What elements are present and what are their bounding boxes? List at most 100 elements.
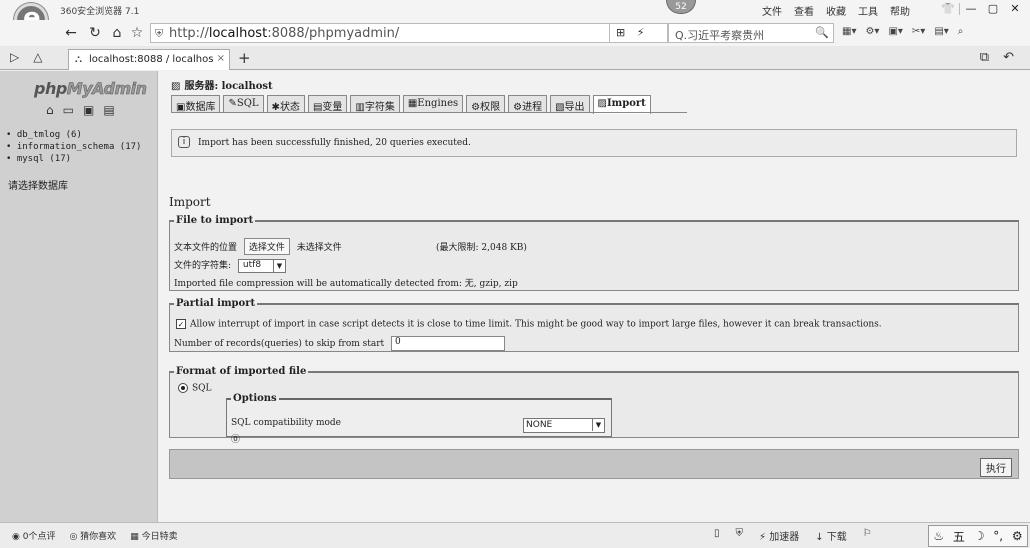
tab-close-icon[interactable]: × — [217, 53, 225, 64]
options-legend: Options — [233, 393, 277, 404]
window-controls: 👕 — ▢ ✕ — [937, 1, 1026, 17]
security-shield-icon: ⛨ — [155, 27, 164, 40]
allow-interrupt-checkbox[interactable]: ✓ — [176, 319, 186, 329]
status-left: ◉ 0个点评 ◎ 猜你喜欢 ▦ 今日特卖 — [12, 529, 178, 542]
ime-settings-icon[interactable]: ⚙ — [1012, 529, 1023, 543]
notification-badge[interactable]: 52 — [666, 0, 696, 14]
reader-icon[interactable]: ▣▾ — [888, 26, 902, 37]
allow-interrupt-label[interactable]: Allow interrupt of import in case script… — [190, 320, 882, 330]
server-label[interactable]: 服务器: localhost — [184, 81, 272, 92]
sql-docs-icon[interactable]: ▤ — [103, 103, 114, 117]
new-tab-button[interactable]: + — [238, 49, 251, 67]
sql-format-label[interactable]: SQL — [192, 384, 212, 394]
tab-list-icon[interactable]: ⧉ — [980, 50, 989, 65]
search-box[interactable]: Q.习近平考察贵州 🔍 — [668, 23, 834, 43]
status-right: ▯ ⛨ ⚡ 加速器 ↓ 下载 ⚐ — [714, 528, 872, 543]
help-icon[interactable]: ⓪ — [231, 432, 240, 445]
refresh-icon[interactable]: ↻ — [86, 24, 104, 42]
ime-moon-icon[interactable]: ☽ — [974, 529, 985, 543]
phone-icon[interactable]: ▯ — [714, 528, 720, 543]
pma-main: ▨ 服务器: localhost ▣数据库 ✎SQL ✱状态 ▤变量 ▥字符集 ▦… — [159, 71, 1030, 522]
home-icon[interactable]: ⌂ — [46, 103, 54, 117]
search-input[interactable]: Q.习近平考察贵州 — [675, 27, 764, 43]
file-to-import-fieldset: File to import 文本文件的位置 选择文件 未选择文件 (最大限制:… — [169, 215, 1019, 291]
menu-tools[interactable]: 工具 — [858, 3, 878, 18]
database-item[interactable]: db_tmlog (6) — [6, 129, 141, 141]
chevron-down-icon: ▼ — [272, 259, 285, 272]
download-button[interactable]: ↓ 下载 — [815, 528, 847, 543]
ime-punct-icon[interactable]: °, — [993, 529, 1003, 543]
tab-engines[interactable]: ▦Engines — [402, 95, 464, 112]
minimize-button[interactable]: — — [960, 1, 982, 17]
accelerator-button[interactable]: ⚡ 加速器 — [759, 528, 799, 543]
skip-records-input[interactable]: 0 — [391, 336, 506, 351]
bookmark-icon[interactable]: ⚐ — [863, 528, 872, 543]
address-bar[interactable]: ⛨ http://localhost:8088/phpmyadmin/ — [150, 23, 610, 43]
status-recommend[interactable]: ◎ 猜你喜欢 — [69, 529, 116, 542]
notice-text: Import has been successfully finished, 2… — [198, 138, 471, 148]
tab-export[interactable]: ▧导出 — [550, 95, 590, 113]
no-file-text: 未选择文件 — [296, 243, 342, 253]
undo-close-icon[interactable]: ↶ — [1003, 50, 1014, 65]
compat-mode-label: SQL compatibility mode — [231, 418, 341, 428]
pma-sidebar: phpMyAdmin ⌂ ▭ ▣ ▤ db_tmlog (6) informat… — [0, 71, 158, 522]
tab-left-tools: ▷ △ — [10, 50, 42, 64]
compression-note: Imported file compression will be automa… — [174, 279, 518, 289]
ime-logo-icon[interactable]: ♨ — [933, 529, 944, 543]
menu-file[interactable]: 文件 — [762, 3, 782, 18]
tab-status[interactable]: ✱状态 — [266, 95, 305, 113]
screenshot-icon[interactable]: ✂▾ — [912, 26, 925, 37]
back-icon[interactable]: ← — [62, 24, 80, 42]
menu-favorites[interactable]: 收藏 — [826, 3, 846, 18]
home-icon[interactable]: ⌂ — [108, 24, 126, 42]
database-item[interactable]: mysql (17) — [6, 153, 141, 165]
search-icon[interactable]: 🔍 — [815, 26, 829, 39]
tab-privileges[interactable]: ⚙权限 — [466, 95, 506, 113]
tab-variables[interactable]: ▤变量 — [307, 95, 348, 113]
compat-mode-select[interactable]: NONE ▼ — [523, 418, 605, 433]
extension-icon[interactable]: ⚙▾ — [865, 26, 879, 37]
tab-right-tools: ⧉ ↶ — [980, 50, 1014, 65]
format-legend: Format of imported file — [176, 366, 307, 377]
tab-processes[interactable]: ⚙进程 — [508, 95, 548, 113]
menu-view[interactable]: 查看 — [794, 3, 814, 18]
close-button[interactable]: ✕ — [1004, 1, 1026, 17]
go-button[interactable]: 执行 — [980, 458, 1012, 477]
skin-icon[interactable]: 👕 — [937, 1, 959, 17]
apps-icon[interactable]: ▦▾ — [842, 26, 856, 37]
max-limit-text: (最大限制: 2,048 KB) — [436, 243, 527, 253]
tabs-underline — [171, 112, 687, 113]
tab-charsets[interactable]: ▥字符集 — [350, 95, 400, 113]
tab-databases[interactable]: ▣数据库 — [171, 95, 221, 113]
address-bar-tools[interactable]: ⊞ ⚡ ∨ — [610, 23, 668, 57]
browser-tab-active[interactable]: ⛬ localhost:8088 / localhost | p × — [68, 49, 230, 70]
ime-wubi-icon[interactable]: 五 — [953, 528, 965, 545]
tab-favicon-icon: ⛬ — [75, 54, 82, 65]
query-window-icon[interactable]: ▭ — [63, 103, 74, 117]
maximize-button[interactable]: ▢ — [982, 1, 1004, 17]
address-text[interactable]: http://localhost:8088/phpmyadmin/ — [169, 26, 399, 41]
status-comments[interactable]: ◉ 0个点评 — [12, 529, 55, 542]
ime-toolbar[interactable]: ♨ 五 ☽ °, ⚙ — [928, 525, 1028, 547]
choose-file-button[interactable]: 选择文件 — [243, 238, 290, 255]
browser-name: 360安全浏览器 7.1 — [60, 7, 140, 17]
menu-help[interactable]: 帮助 — [890, 3, 910, 18]
database-list: db_tmlog (6) information_schema (17) mys… — [6, 129, 142, 165]
sql-radio[interactable] — [178, 383, 188, 393]
documentation-icon[interactable]: ▣ — [83, 103, 94, 117]
shield-icon[interactable]: ⛨ — [736, 528, 744, 543]
charset-select[interactable]: utf8 ▼ — [237, 258, 286, 273]
allow-interrupt-row: ✓ Allow interrupt of import in case scrip… — [176, 319, 882, 330]
phpmyadmin-logo[interactable]: phpMyAdmin — [34, 79, 147, 99]
status-deals[interactable]: ▦ 今日特卖 — [130, 529, 177, 542]
favorite-star-icon[interactable]: ☆ — [128, 24, 146, 42]
tab-sql[interactable]: ✎SQL — [223, 95, 264, 112]
database-item[interactable]: information_schema (17) — [6, 141, 142, 153]
sidebar-toggle-icon[interactable]: ▷ — [10, 50, 19, 64]
cloud-icon[interactable]: △ — [33, 50, 42, 64]
translate-icon[interactable]: ▤▾ — [934, 26, 948, 37]
zoom-icon[interactable]: ⌕ — [958, 26, 964, 37]
success-notice: i Import has been successfully finished,… — [171, 129, 1017, 157]
sql-format-option: SQL — [178, 383, 212, 394]
select-database-hint: 请选择数据库 — [8, 181, 68, 192]
